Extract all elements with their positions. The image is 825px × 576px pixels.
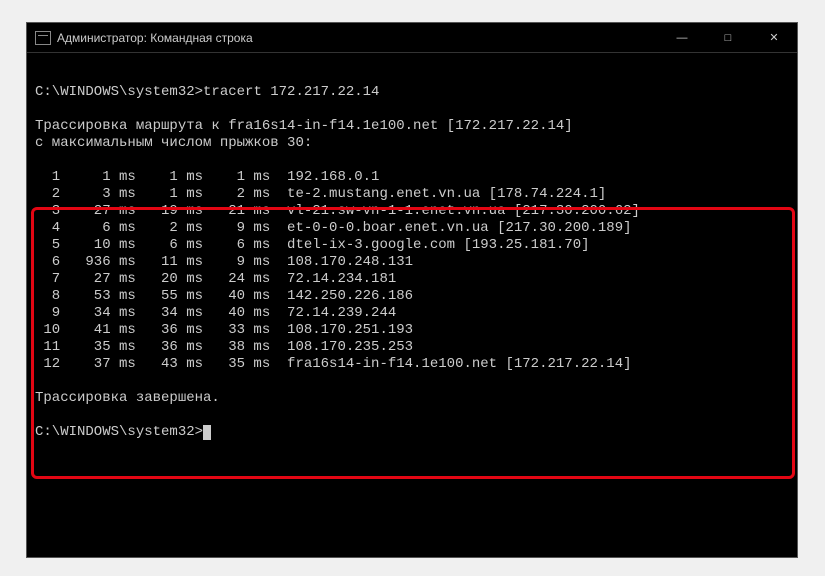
trace-header-1: Трассировка маршрута к fra16s14-in-f14.1… — [35, 118, 573, 134]
trace-hops: 1 1 ms 1 ms 1 ms 192.168.0.1 2 3 ms 1 ms… — [35, 169, 640, 372]
prompt-path: C:\WINDOWS\system32> — [35, 84, 203, 100]
titlebar[interactable]: Администратор: Командная строка — □ ✕ — [27, 23, 797, 53]
command-prompt-window: Администратор: Командная строка — □ ✕ C:… — [26, 22, 798, 558]
prompt-path-2: C:\WINDOWS\system32> — [35, 424, 203, 440]
minimize-button[interactable]: — — [659, 23, 705, 53]
maximize-button[interactable]: □ — [705, 23, 751, 53]
window-title: Администратор: Командная строка — [57, 31, 253, 45]
app-icon — [35, 31, 51, 45]
prompt-line-2: C:\WINDOWS\system32> — [35, 424, 211, 440]
trace-complete: Трассировка завершена. — [35, 390, 220, 406]
trace-header-2: с максимальным числом прыжков 30: — [35, 135, 312, 151]
cursor — [203, 425, 211, 440]
terminal-output[interactable]: C:\WINDOWS\system32>tracert 172.217.22.1… — [27, 53, 797, 557]
close-button[interactable]: ✕ — [751, 23, 797, 53]
command-text: tracert 172.217.22.14 — [203, 84, 379, 100]
prompt-line-1: C:\WINDOWS\system32>tracert 172.217.22.1… — [35, 84, 379, 100]
